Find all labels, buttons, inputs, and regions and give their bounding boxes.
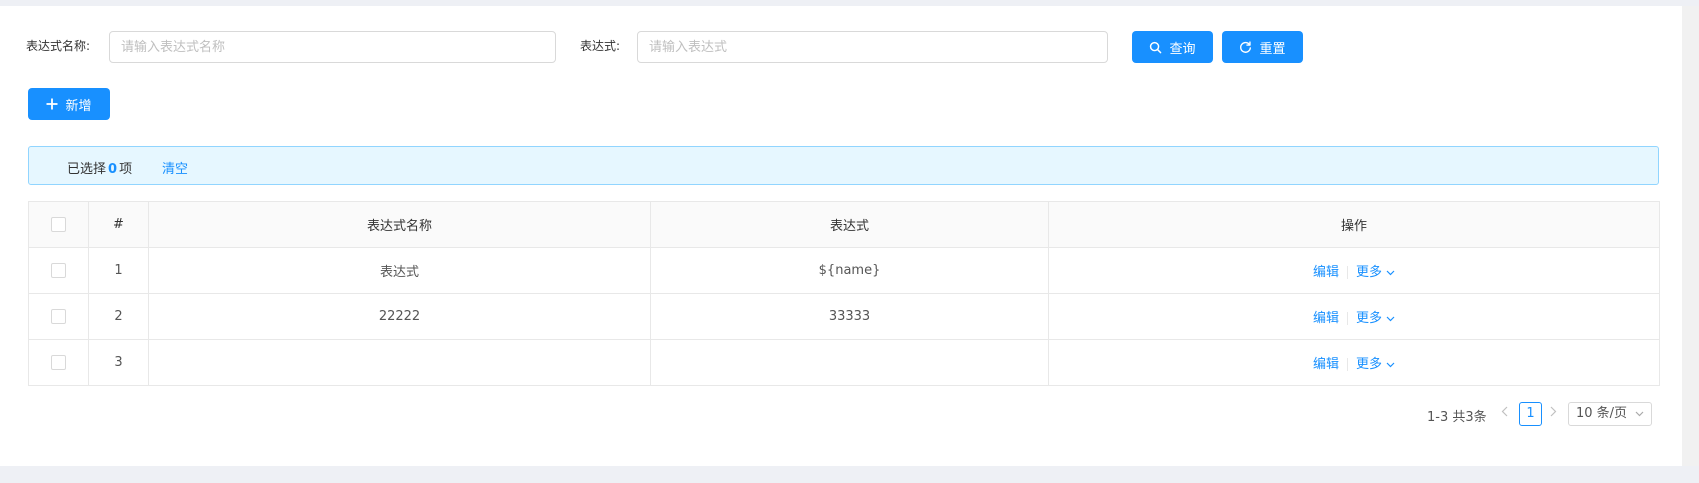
row-checkbox[interactable] bbox=[51, 263, 66, 278]
reset-button[interactable]: 重置 bbox=[1222, 31, 1303, 63]
action-divider bbox=[1347, 358, 1348, 371]
query-button-label: 查询 bbox=[1169, 41, 1196, 57]
chevron-down-icon bbox=[1386, 316, 1395, 321]
more-dropdown[interactable]: 更多 bbox=[1356, 357, 1395, 372]
chevron-down-icon bbox=[1386, 362, 1395, 367]
row-select-cell bbox=[28, 293, 89, 340]
expression-table: # 表达式名称 表达式 操作 1 表达式 ${name} 编辑 更多 2 2222… bbox=[28, 201, 1660, 386]
table-row: 2 22222 33333 编辑 更多 bbox=[28, 293, 1660, 340]
chevron-down-icon bbox=[1635, 411, 1644, 417]
action-divider bbox=[1347, 312, 1348, 325]
more-label: 更多 bbox=[1356, 265, 1383, 280]
row-expression: ${name} bbox=[650, 247, 1049, 294]
row-expression: 33333 bbox=[650, 293, 1049, 340]
more-dropdown[interactable]: 更多 bbox=[1356, 265, 1395, 280]
row-name: 22222 bbox=[148, 293, 651, 340]
add-button[interactable]: 新增 bbox=[28, 88, 110, 120]
plus-icon bbox=[46, 98, 58, 110]
edit-link[interactable]: 编辑 bbox=[1313, 357, 1339, 372]
row-actions: 编辑 更多 bbox=[1048, 247, 1660, 294]
row-select-cell bbox=[28, 247, 89, 294]
table-row: 1 表达式 ${name} 编辑 更多 bbox=[28, 247, 1660, 294]
select-all-cell bbox=[28, 201, 89, 248]
column-header-actions: 操作 bbox=[1048, 201, 1660, 248]
row-expression bbox=[650, 339, 1049, 386]
row-name bbox=[148, 339, 651, 386]
more-dropdown[interactable]: 更多 bbox=[1356, 311, 1395, 326]
selection-suffix: 项 bbox=[119, 162, 133, 177]
expression-filter-input[interactable] bbox=[637, 31, 1108, 63]
row-checkbox[interactable] bbox=[51, 309, 66, 324]
page-1-button[interactable]: 1 bbox=[1519, 402, 1542, 426]
table-row: 3 编辑 更多 bbox=[28, 339, 1660, 386]
row-checkbox[interactable] bbox=[51, 355, 66, 370]
column-header-name: 表达式名称 bbox=[148, 201, 651, 248]
prev-page-icon[interactable] bbox=[1501, 406, 1508, 421]
query-button[interactable]: 查询 bbox=[1132, 31, 1213, 63]
column-header-index: # bbox=[88, 201, 149, 248]
selection-info: 已选择 0 项 bbox=[67, 158, 132, 177]
scrollbar[interactable] bbox=[1682, 6, 1699, 466]
row-name: 表达式 bbox=[148, 247, 651, 294]
selection-prefix: 已选择 bbox=[67, 162, 107, 177]
reset-button-label: 重置 bbox=[1259, 41, 1286, 57]
row-index: 2 bbox=[88, 293, 149, 340]
edit-link[interactable]: 编辑 bbox=[1313, 311, 1339, 326]
name-filter-label: 表达式名称: bbox=[26, 39, 91, 53]
page-size-select[interactable]: 10 条/页 bbox=[1568, 402, 1652, 426]
pagination-total: 1-3 共3条 bbox=[1427, 410, 1487, 425]
action-divider bbox=[1347, 266, 1348, 279]
search-icon bbox=[1150, 41, 1162, 53]
row-index: 3 bbox=[88, 339, 149, 386]
next-page-icon[interactable] bbox=[1550, 406, 1557, 421]
edit-link[interactable]: 编辑 bbox=[1313, 265, 1339, 280]
row-actions: 编辑 更多 bbox=[1048, 339, 1660, 386]
table-header-row: # 表达式名称 表达式 操作 bbox=[28, 201, 1660, 248]
column-header-expression: 表达式 bbox=[650, 201, 1049, 248]
chevron-down-icon bbox=[1386, 270, 1395, 275]
page-size-label: 10 条/页 bbox=[1576, 406, 1628, 421]
selection-alert: 已选择 0 项 清空 bbox=[28, 146, 1659, 185]
select-all-checkbox[interactable] bbox=[51, 217, 66, 232]
clear-selection-link[interactable]: 清空 bbox=[162, 158, 188, 177]
pagination: 1-3 共3条 1 10 条/页 bbox=[0, 402, 1682, 426]
expression-filter-label: 表达式: bbox=[580, 39, 621, 53]
reload-icon bbox=[1240, 40, 1252, 53]
name-filter-input[interactable] bbox=[109, 31, 556, 63]
row-select-cell bbox=[28, 339, 89, 386]
row-actions: 编辑 更多 bbox=[1048, 293, 1660, 340]
add-button-label: 新增 bbox=[65, 98, 92, 114]
selected-count: 0 bbox=[108, 162, 118, 177]
more-label: 更多 bbox=[1356, 311, 1383, 326]
row-index: 1 bbox=[88, 247, 149, 294]
more-label: 更多 bbox=[1356, 357, 1383, 372]
